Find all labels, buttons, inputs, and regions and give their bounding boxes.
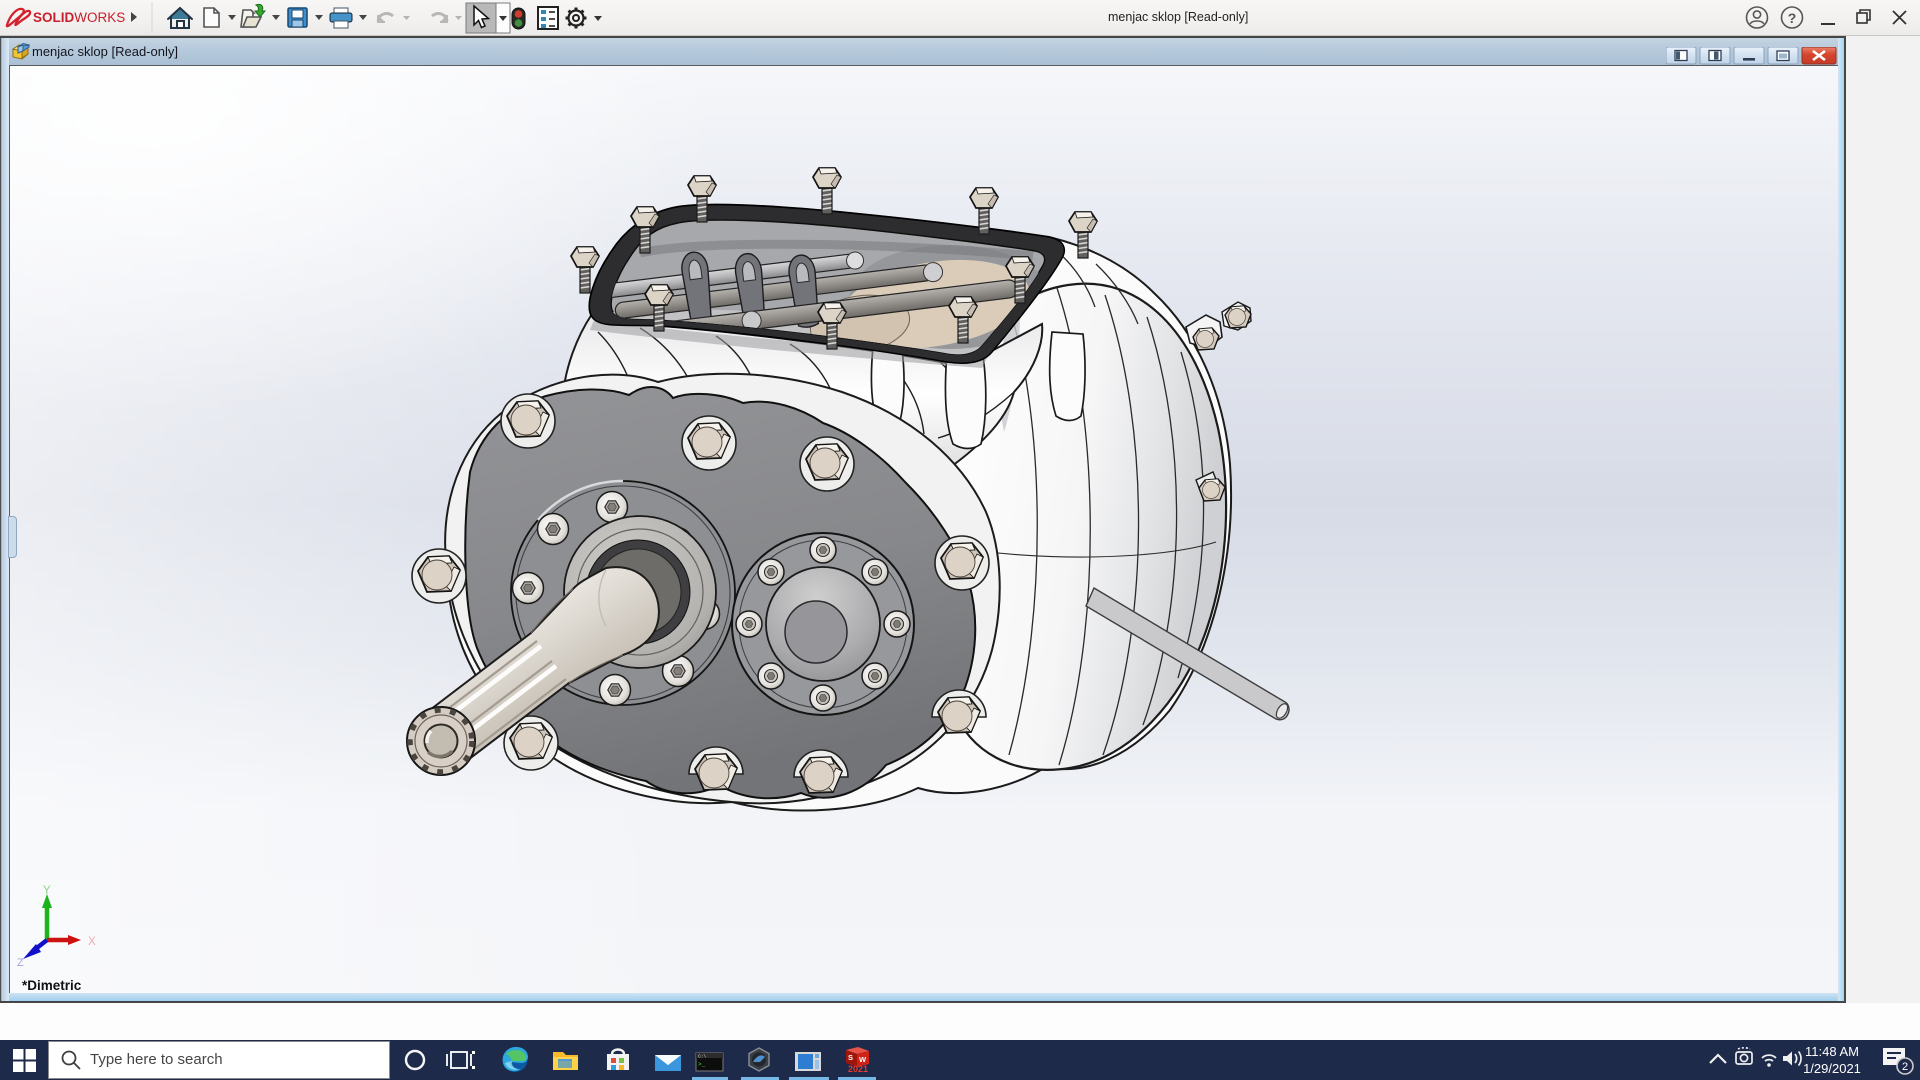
svg-text:>_: >_ [698,1061,706,1068]
svg-text:C:\: C:\ [698,1054,706,1060]
svg-text:?: ? [1788,10,1797,26]
svg-text:Z: Z [17,957,24,969]
svg-text:S: S [848,1053,853,1062]
svg-text:X: X [88,936,96,948]
svg-text:W: W [859,1055,867,1064]
svg-text:2021: 2021 [848,1064,868,1074]
svg-text:2: 2 [1902,1061,1908,1073]
